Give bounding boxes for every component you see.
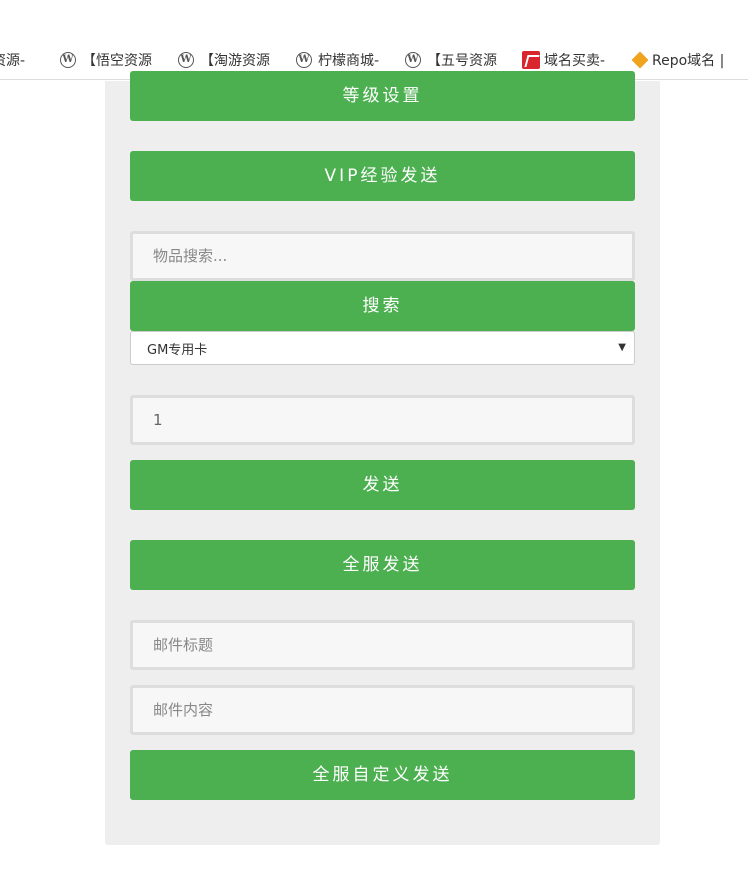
wordpress-icon: W <box>178 52 194 68</box>
send-button[interactable]: 发送 <box>130 460 635 510</box>
server-send-button[interactable]: 全服发送 <box>130 540 635 590</box>
vip-exp-send-button[interactable]: VIP经验发送 <box>130 151 635 201</box>
red-site-icon <box>522 51 540 69</box>
item-search-input[interactable] <box>130 231 635 281</box>
wordpress-icon: W <box>405 52 421 68</box>
chevron-down-icon: ▼ <box>618 342 626 353</box>
server-custom-send-button[interactable]: 全服自定义发送 <box>130 750 635 800</box>
bookmark-item[interactable]: Repo域名 | <box>631 40 725 79</box>
browser-toolbar-area <box>0 0 748 40</box>
search-button[interactable]: 搜索 <box>130 281 635 331</box>
diamond-icon <box>631 51 649 69</box>
bookmark-label: 域名买卖- <box>544 53 606 69</box>
quantity-input[interactable] <box>130 395 635 445</box>
browser-page: 资源- W 【悟空资源 W 【淘游资源 W 柠檬商城- W 【五号资源 域名买卖… <box>0 0 748 885</box>
bookmark-label: 【悟空资源 <box>82 53 152 69</box>
bookmark-label: 【淘游资源 <box>200 53 270 69</box>
item-select-value: GM专用卡 <box>147 342 208 358</box>
wordpress-icon: W <box>296 52 312 68</box>
wordpress-icon: W <box>60 52 76 68</box>
bookmark-label: Repo域名 | <box>652 53 725 69</box>
bookmark-item[interactable]: 资源- <box>0 40 26 79</box>
bookmark-label: 资源- <box>0 53 26 69</box>
bookmark-label: 【五号资源 <box>427 53 497 69</box>
bookmark-label: 柠檬商城- <box>318 53 380 69</box>
mail-title-input[interactable] <box>130 620 635 670</box>
mail-content-input[interactable] <box>130 685 635 735</box>
level-setting-button[interactable]: 等级设置 <box>130 71 635 121</box>
item-select[interactable]: GM专用卡 ▼ <box>130 331 635 365</box>
